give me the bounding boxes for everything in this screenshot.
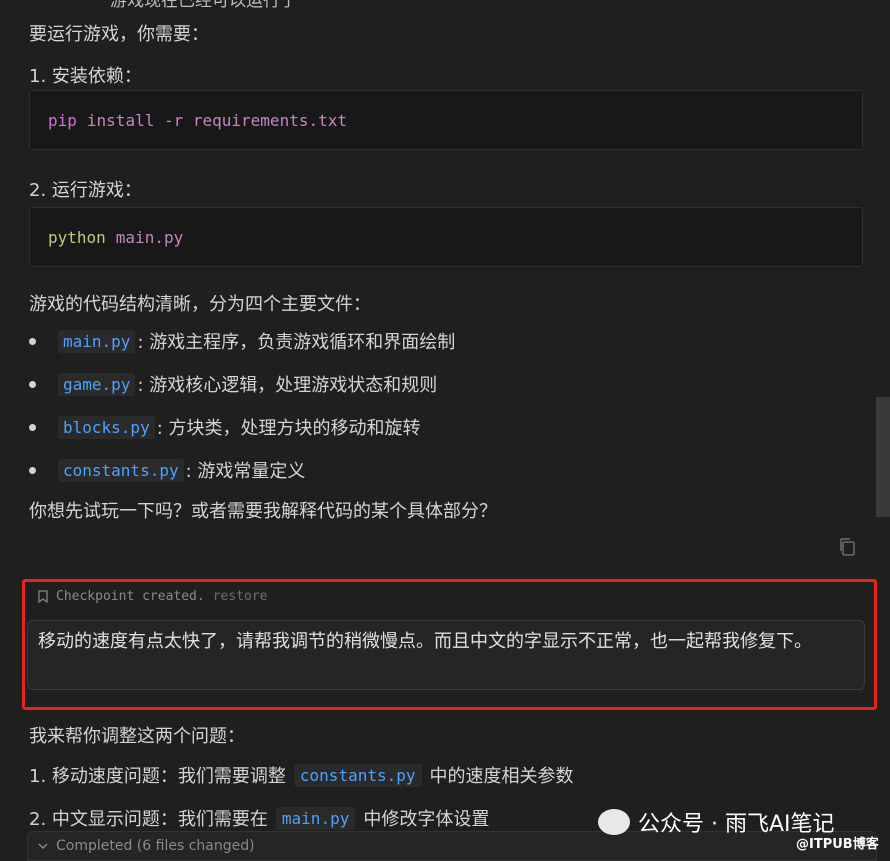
restore-link[interactable]: restore — [213, 589, 268, 604]
reply-item-prefix: 2. 中文显示问题：我们需要在 — [29, 809, 268, 830]
file-chip[interactable]: constants.py — [58, 458, 184, 482]
reply-item-speed: 1. 移动速度问题：我们需要调整 constants.py 中的速度相关参数 — [29, 762, 574, 788]
file-chip[interactable]: blocks.py — [58, 415, 155, 439]
followup-question: 你想先试玩一下吗？或者需要我解释代码的某个具体部分？ — [29, 501, 497, 522]
step-install: 1. 安装依赖： — [29, 66, 142, 87]
list-item: game.py : 游戏核心逻辑，处理游戏状态和规则 — [29, 371, 437, 397]
file-desc: : 游戏常量定义 — [185, 461, 306, 482]
code-command: pip — [48, 110, 77, 130]
structure-intro: 游戏的代码结构清晰，分为四个主要文件： — [29, 294, 371, 315]
scrollbar-thumb[interactable] — [876, 397, 890, 517]
file-chip[interactable]: constants.py — [293, 763, 422, 787]
checkpoint-line: Checkpoint created. restore — [38, 589, 268, 604]
bullet-icon — [29, 466, 36, 474]
bookmark-icon — [38, 590, 48, 603]
code-block-install[interactable]: pip install -r requirements.txt — [29, 90, 863, 150]
list-item: blocks.py : 方块类，处理方块的移动和旋转 — [29, 414, 421, 440]
bullet-icon — [29, 380, 36, 388]
reply-item-suffix: 中的速度相关参数 — [429, 766, 574, 787]
file-chip[interactable]: main.py — [58, 329, 136, 353]
code-args: main.py — [115, 227, 184, 247]
run-intro: 要运行游戏，你需要： — [29, 24, 209, 45]
file-desc: : 方块类，处理方块的移动和旋转 — [156, 418, 421, 439]
file-chip[interactable]: main.py — [275, 806, 356, 830]
code-args: install -r requirements.txt — [86, 110, 347, 130]
list-item: main.py : 游戏主程序，负责游戏循环和界面绘制 — [29, 328, 455, 354]
file-desc: : 游戏核心逻辑，处理游戏状态和规则 — [137, 375, 438, 396]
checkpoint-label: Checkpoint created. — [56, 589, 205, 604]
bullet-icon — [29, 423, 36, 431]
truncated-top-text: 游戏现在已经可以运行了 — [110, 0, 297, 11]
file-desc: : 游戏主程序，负责游戏循环和界面绘制 — [137, 332, 456, 353]
reply-item-suffix: 中修改字体设置 — [363, 809, 490, 830]
reply-item-font: 2. 中文显示问题：我们需要在 main.py 中修改字体设置 — [29, 805, 489, 831]
user-message[interactable]: 移动的速度有点太快了，请帮我调节的稍微慢点。而且中文的字显示不正常，也一起帮我修… — [27, 620, 865, 690]
list-item: constants.py : 游戏常量定义 — [29, 457, 305, 483]
wechat-logo-icon — [598, 809, 630, 835]
reply-item-prefix: 1. 移动速度问题：我们需要调整 — [29, 766, 286, 787]
code-block-run[interactable]: python main.py — [29, 207, 863, 267]
bullet-icon — [29, 337, 36, 345]
completed-label: Completed (6 files changed) — [56, 838, 255, 854]
reply-intro: 我来帮你调整这两个问题： — [29, 726, 245, 747]
code-command: python — [48, 227, 106, 247]
watermark-small: @ITPUB博客 — [796, 837, 879, 852]
copy-icon[interactable] — [838, 537, 856, 557]
chevron-down-icon — [38, 843, 48, 849]
file-chip[interactable]: game.py — [58, 372, 136, 396]
step-run: 2. 运行游戏： — [29, 180, 142, 201]
